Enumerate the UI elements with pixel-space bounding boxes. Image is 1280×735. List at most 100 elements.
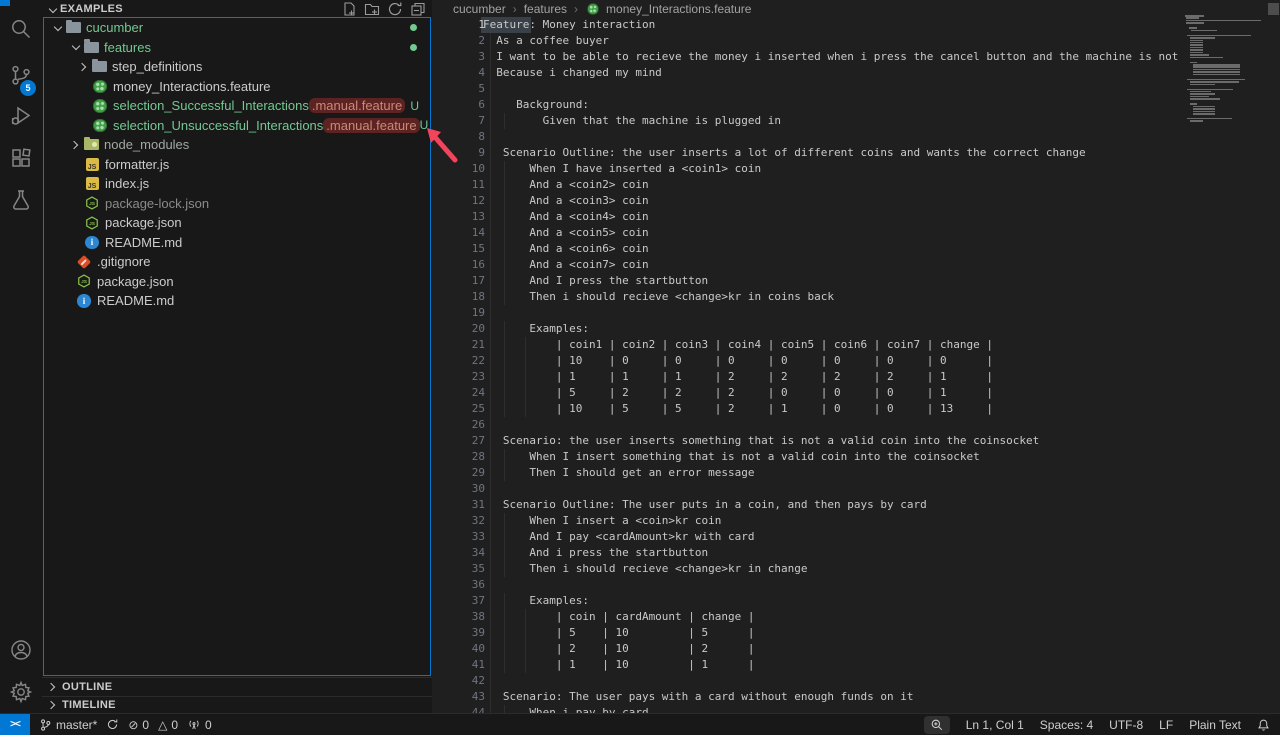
status-cursor-position[interactable]: Ln 1, Col 1 xyxy=(966,718,1024,732)
refresh-icon[interactable] xyxy=(387,1,403,17)
status-indentation[interactable]: Spaces: 4 xyxy=(1040,718,1093,732)
code-line[interactable]: 31 Scenario Outline: The user puts in a … xyxy=(432,497,1280,513)
tree-item-selection-successful-interactions[interactable]: selection_Successful_Interactions.manual… xyxy=(44,96,430,116)
tree-item-readme-md[interactable]: iREADME.md xyxy=(44,291,430,311)
code-line[interactable]: 34 And i press the startbutton xyxy=(432,545,1280,561)
new-folder-icon[interactable] xyxy=(364,1,380,17)
tree-item-index-js[interactable]: JSindex.js xyxy=(44,174,430,194)
code-line[interactable]: 4 Because i changed my mind xyxy=(432,65,1280,81)
code-line[interactable]: 11 And a <coin2> coin xyxy=(432,177,1280,193)
status-errors[interactable]: ⊘0 xyxy=(128,718,149,732)
accounts-icon[interactable] xyxy=(9,638,33,662)
extensions-icon[interactable] xyxy=(9,147,33,171)
code-line[interactable]: 23 | 1 | 1 | 1 | 2 | 2 | 2 | 2 | 1 | xyxy=(432,369,1280,385)
code-line[interactable]: 8 xyxy=(432,129,1280,145)
code-line[interactable]: 2 As a coffee buyer xyxy=(432,33,1280,49)
code-line[interactable]: 43 Scenario: The user pays with a card w… xyxy=(432,689,1280,705)
chevron-right-icon xyxy=(46,680,60,694)
code-line[interactable]: 18 Then i should recieve <change>kr in c… xyxy=(432,289,1280,305)
outline-panel-header[interactable]: OUTLINE xyxy=(42,677,432,696)
code-line[interactable]: 17 And I press the startbutton xyxy=(432,273,1280,289)
run-debug-icon[interactable] xyxy=(9,104,33,128)
tree-item-selection-unsuccessful-interactions[interactable]: selection_Unsuccessful_Interactions.manu… xyxy=(44,116,430,136)
tree-item-formatter-js[interactable]: JSformatter.js xyxy=(44,155,430,175)
testing-icon[interactable] xyxy=(9,188,33,212)
code-line[interactable]: 38 | coin | cardAmount | change | xyxy=(432,609,1280,625)
code-line[interactable]: 15 And a <coin6> coin xyxy=(432,241,1280,257)
code-line[interactable]: 16 And a <coin7> coin xyxy=(432,257,1280,273)
code-line[interactable]: 12 And a <coin3> coin xyxy=(432,193,1280,209)
code-line[interactable]: 7 Given that the machine is plugged in xyxy=(432,113,1280,129)
status-screencast-zoom[interactable] xyxy=(924,716,950,734)
code-line[interactable]: 3 I want to be able to recieve the money… xyxy=(432,49,1280,65)
code-line[interactable]: 29 Then I should get an error message xyxy=(432,465,1280,481)
code-line[interactable]: 39 | 5 | 10 | 5 | xyxy=(432,625,1280,641)
new-file-icon[interactable] xyxy=(341,1,357,17)
code-line[interactable]: 26 xyxy=(432,417,1280,433)
code-line[interactable]: 42 xyxy=(432,673,1280,689)
tree-item-cucumber[interactable]: cucumber xyxy=(44,18,430,38)
code-line[interactable]: 13 And a <coin4> coin xyxy=(432,209,1280,225)
chevron-right-icon[interactable] xyxy=(69,138,83,152)
tree-item--gitignore[interactable]: .gitignore xyxy=(44,252,430,272)
status-sync[interactable] xyxy=(106,718,119,731)
status-language-mode[interactable]: Plain Text xyxy=(1189,718,1241,732)
settings-gear-icon[interactable] xyxy=(9,680,33,704)
breadcrumb-item[interactable]: cucumber xyxy=(453,2,506,16)
code-line[interactable]: 33 And I pay <cardAmount>kr with card xyxy=(432,529,1280,545)
search-icon[interactable] xyxy=(9,17,33,41)
collapse-all-icon[interactable] xyxy=(410,1,426,17)
tree-item-step-definitions[interactable]: step_definitions xyxy=(44,57,430,77)
tree-item-package-json[interactable]: JSpackage.json xyxy=(44,272,430,292)
code-line[interactable]: 10 When I have inserted a <coin1> coin xyxy=(432,161,1280,177)
code-line[interactable]: 21 | coin1 | coin2 | coin3 | coin4 | coi… xyxy=(432,337,1280,353)
breadcrumb-item[interactable]: money_Interactions.feature xyxy=(606,2,751,16)
code-area[interactable]: 1Feature: Money interaction2 As a coffee… xyxy=(432,17,1280,713)
status-label: 0 xyxy=(142,718,149,732)
chevron-down-icon[interactable] xyxy=(69,40,83,54)
tree-item-money-interactions-feature[interactable]: money_Interactions.feature xyxy=(44,77,430,97)
code-line[interactable]: 19 xyxy=(432,305,1280,321)
code-line[interactable]: 28 When I insert something that is not a… xyxy=(432,449,1280,465)
code-line[interactable]: 32 When I insert a <coin>kr coin xyxy=(432,513,1280,529)
tree-item-node-modules[interactable]: node_modules xyxy=(44,135,430,155)
code-line[interactable]: 44 When i pay by card xyxy=(432,705,1280,713)
code-line[interactable]: 25 | 10 | 5 | 5 | 2 | 1 | 0 | 0 | 13 | xyxy=(432,401,1280,417)
code-line[interactable]: 37 Examples: xyxy=(432,593,1280,609)
status-notifications[interactable] xyxy=(1257,718,1270,732)
chevron-down-icon[interactable] xyxy=(46,3,60,17)
minimap[interactable] xyxy=(1183,0,1267,713)
code-line[interactable]: 9 Scenario Outline: the user inserts a l… xyxy=(432,145,1280,161)
code-line[interactable]: 5 xyxy=(432,81,1280,97)
code-line[interactable]: 20 Examples: xyxy=(432,321,1280,337)
tree-item-package-json[interactable]: JSpackage.json xyxy=(44,213,430,233)
code-line[interactable]: 24 | 5 | 2 | 2 | 2 | 0 | 0 | 0 | 1 | xyxy=(432,385,1280,401)
tree-item-label: selection_Unsuccessful_Interactions.manu… xyxy=(113,118,420,133)
timeline-panel-header[interactable]: TIMELINE xyxy=(42,696,432,713)
status-ports[interactable]: 0 xyxy=(187,718,212,732)
chevron-right-icon[interactable] xyxy=(77,60,91,74)
tree-item-package-lock-json[interactable]: JSpackage-lock.json xyxy=(44,194,430,214)
code-line[interactable]: 22 | 10 | 0 | 0 | 0 | 0 | 0 | 0 | 0 | xyxy=(432,353,1280,369)
status-remote-indicator[interactable]: >< xyxy=(0,714,30,735)
status-warnings[interactable]: △0 xyxy=(158,718,178,732)
editor-pane[interactable]: cucumber›features›money_Interactions.fea… xyxy=(432,0,1280,713)
code-line[interactable]: 41 | 1 | 10 | 1 | xyxy=(432,657,1280,673)
tree-item-features[interactable]: features xyxy=(44,38,430,58)
scrollbar-thumb[interactable] xyxy=(1268,3,1279,15)
code-line[interactable]: 35 Then i should recieve <change>kr in c… xyxy=(432,561,1280,577)
status-encoding[interactable]: UTF-8 xyxy=(1109,718,1143,732)
tree-item-readme-md[interactable]: iREADME.md xyxy=(44,233,430,253)
status-git-branch[interactable]: master* xyxy=(39,718,97,732)
chevron-down-icon[interactable] xyxy=(51,21,65,35)
code-line[interactable]: 6 Background: xyxy=(432,97,1280,113)
breadcrumb-item[interactable]: features xyxy=(524,2,567,16)
code-line[interactable]: 14 And a <coin5> coin xyxy=(432,225,1280,241)
code-line[interactable]: 30 xyxy=(432,481,1280,497)
status-eol[interactable]: LF xyxy=(1159,718,1173,732)
code-line[interactable]: 36 xyxy=(432,577,1280,593)
code-line[interactable]: 1Feature: Money interaction xyxy=(432,17,1280,33)
code-line[interactable]: 40 | 2 | 10 | 2 | xyxy=(432,641,1280,657)
vscode-window: 5 EXAMPLES xyxy=(0,0,1280,735)
code-line[interactable]: 27 Scenario: the user inserts something … xyxy=(432,433,1280,449)
